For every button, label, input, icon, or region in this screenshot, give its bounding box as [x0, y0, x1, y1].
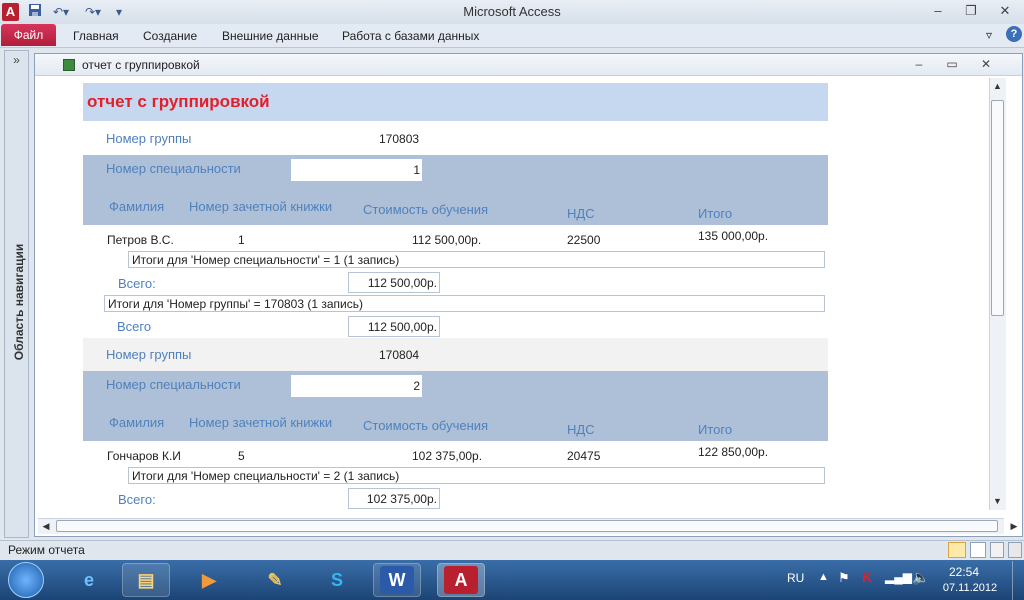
group-number-value: 170804: [379, 348, 420, 362]
status-text: Режим отчета: [8, 543, 85, 557]
column-header-record-book: Номер зачетной книжки: [189, 415, 333, 430]
tray-network-shield-icon[interactable]: ⚑: [838, 570, 850, 586]
specialty-sum-label: Всего:: [118, 276, 156, 291]
minimize-ribbon-icon[interactable]: ▿: [986, 28, 992, 42]
row-surname: Петров В.С.: [107, 233, 174, 247]
row-vat: 22500: [567, 233, 601, 247]
specialty-number-value: 1: [291, 159, 422, 181]
access-app-icon[interactable]: A: [2, 3, 19, 21]
tray-expand-icon[interactable]: ▲: [818, 571, 829, 583]
clock-date[interactable]: 07.11.2012: [940, 582, 1000, 594]
column-header-total: Итого: [698, 422, 733, 437]
specialty-number-value: 2: [291, 375, 422, 397]
volume-icon[interactable]: 🔈: [912, 569, 929, 586]
media-player-icon[interactable]: ▶: [192, 566, 226, 594]
group-summary: Итоги для 'Номер группы' = 170803 (1 зап…: [104, 295, 825, 312]
window-minimize-button[interactable]: –: [925, 2, 951, 20]
start-button[interactable]: [8, 562, 44, 598]
customize-quick-access-icon[interactable]: ▾: [112, 3, 126, 21]
vertical-scroll-thumb[interactable]: [991, 100, 1004, 316]
show-desktop-button[interactable]: [1012, 561, 1024, 600]
report-title: отчет с группировкой: [87, 92, 270, 111]
group-sum-label: Всего: [117, 319, 152, 334]
scroll-down-icon[interactable]: ▼: [991, 496, 1004, 506]
clock-time[interactable]: 22:54: [944, 565, 984, 579]
column-header-surname: Фамилия: [109, 415, 165, 430]
redo-icon[interactable]: ↷▾: [80, 3, 106, 21]
document-title: отчет с группировкой: [82, 58, 200, 72]
row-cost: 102 375,00р.: [412, 449, 483, 463]
specialty-sum-label: Всего:: [118, 492, 156, 507]
row-surname: Гончаров К.И: [107, 449, 181, 463]
specialty-sum-value: 102 375,00р.: [348, 488, 440, 509]
layout-view-icon[interactable]: [990, 542, 1004, 558]
design-view-icon[interactable]: [1008, 542, 1022, 558]
language-indicator[interactable]: RU: [787, 571, 804, 585]
folder-icon: ▤: [137, 570, 155, 590]
specialty-summary: Итоги для 'Номер специальности' = 1 (1 з…: [128, 251, 825, 268]
status-bar: [0, 540, 1024, 560]
row-total: 135 000,00р.: [698, 229, 769, 243]
window-title: Microsoft Access: [463, 4, 561, 19]
skype-icon[interactable]: S: [320, 566, 354, 594]
column-header-total: Итого: [698, 206, 733, 221]
nav-pane-label[interactable]: Область навигации: [12, 237, 26, 367]
help-icon[interactable]: ?: [1006, 26, 1022, 42]
antivirus-icon[interactable]: K: [862, 569, 872, 585]
tab-create[interactable]: Создание: [143, 29, 197, 43]
nav-pane-expand-icon[interactable]: »: [4, 53, 29, 67]
group-sum-value: 112 500,00р.: [348, 316, 440, 337]
scroll-right-icon[interactable]: ▶: [1008, 521, 1020, 532]
doc-minimize-button[interactable]: –: [908, 57, 930, 71]
specialty-summary: Итоги для 'Номер специальности' = 2 (1 з…: [128, 467, 825, 484]
save-icon[interactable]: [26, 3, 44, 21]
group-header-band: [83, 338, 828, 371]
tab-external-data[interactable]: Внешние данные: [222, 29, 319, 43]
row-record-book: 5: [238, 449, 245, 463]
window-close-button[interactable]: ✕: [992, 2, 1018, 20]
specialty-number-label: Номер специальности: [106, 377, 241, 392]
window-maximize-button[interactable]: ❐: [958, 2, 984, 20]
scroll-left-icon[interactable]: ◀: [40, 521, 52, 532]
column-header-record-book: Номер зачетной книжки: [189, 199, 333, 214]
internet-explorer-icon[interactable]: e: [72, 566, 106, 594]
specialty-sum-value: 112 500,00р.: [348, 272, 440, 293]
column-header-cost: Стоимость обучения: [363, 202, 489, 217]
access-icon: A: [444, 566, 478, 594]
group-number-label: Номер группы: [106, 131, 192, 146]
undo-icon[interactable]: ↶▾: [48, 3, 74, 21]
print-preview-icon[interactable]: [970, 542, 986, 558]
group-number-value: 170803: [379, 132, 420, 146]
row-vat: 20475: [567, 449, 601, 463]
tab-file[interactable]: Файл: [1, 24, 56, 46]
group-number-label: Номер группы: [106, 347, 192, 362]
horizontal-scroll-thumb[interactable]: [56, 520, 998, 532]
column-header-cost: Стоимость обучения: [363, 418, 489, 433]
specialty-number-label: Номер специальности: [106, 161, 241, 176]
row-record-book: 1: [238, 233, 245, 247]
scroll-up-icon[interactable]: ▲: [991, 81, 1004, 91]
row-cost: 112 500,00р.: [412, 233, 482, 247]
doc-restore-button[interactable]: ▭: [941, 57, 963, 71]
word-icon: W: [380, 566, 414, 594]
tab-database-tools[interactable]: Работа с базами данных: [342, 29, 479, 43]
column-header-vat: НДС: [567, 206, 595, 221]
report-icon: [63, 59, 75, 71]
column-header-surname: Фамилия: [109, 199, 165, 214]
report-view-icon[interactable]: [948, 542, 966, 558]
paint-icon[interactable]: ✎: [258, 566, 292, 594]
signal-icon[interactable]: ▂▄▆: [885, 570, 912, 584]
column-header-vat: НДС: [567, 422, 595, 437]
doc-close-button[interactable]: ✕: [975, 57, 997, 71]
tab-home[interactable]: Главная: [73, 29, 119, 43]
row-total: 122 850,00р.: [698, 445, 769, 459]
